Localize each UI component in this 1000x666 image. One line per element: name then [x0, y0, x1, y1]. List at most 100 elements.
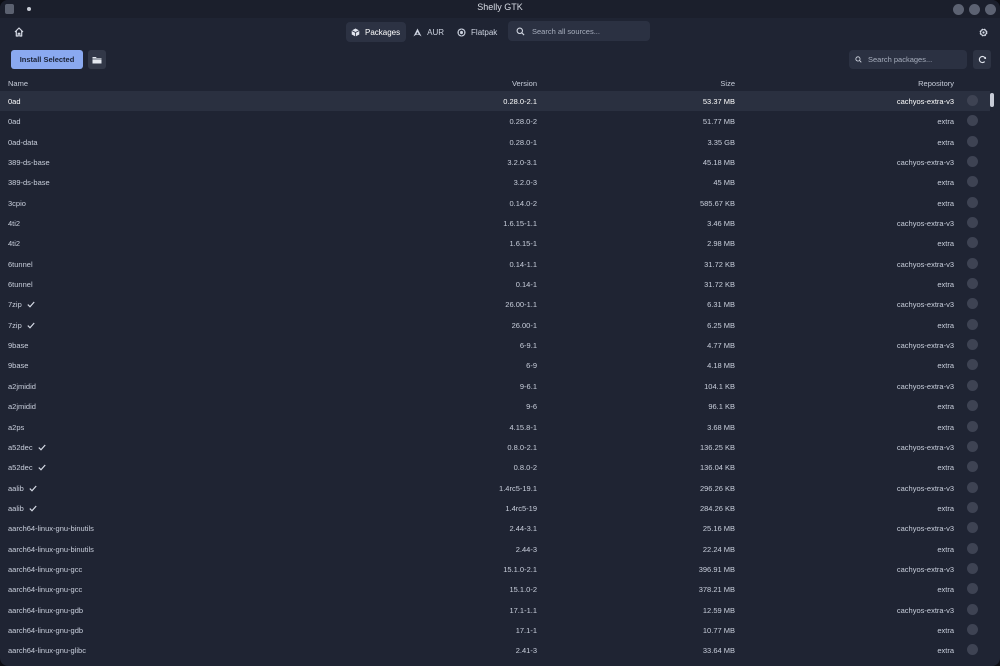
package-repository: cachyos-extra-v3 — [896, 442, 954, 452]
table-row[interactable]: aarch64-linux-gnu-glibc 2.41-3 33.64 MB ext… — [0, 640, 990, 660]
select-checkbox[interactable] — [967, 522, 978, 534]
package-size: 10.77 MB — [702, 625, 735, 635]
title-bar[interactable]: Shelly GTK — [0, 0, 1000, 18]
select-checkbox[interactable] — [967, 217, 978, 229]
package-name: 4ti2 — [8, 239, 21, 249]
package-name: a52dec — [8, 442, 33, 452]
table-row[interactable]: 0ad 0.28.0-2.1 53.37 MB cachyos-extra-v3 — [0, 91, 990, 112]
table-row[interactable]: aarch64-linux-gnu-gdb 17.1-1 10.77 MB extra — [0, 620, 990, 640]
column-header-size[interactable]: Size — [720, 79, 735, 88]
package-name: 389-ds-base — [8, 158, 50, 168]
select-checkbox[interactable] — [967, 461, 978, 473]
package-size: 585.67 KB — [699, 198, 735, 208]
table-row[interactable]: aarch64-linux-gnu-gdb 17.1-1.1 12.59 MB cac… — [0, 600, 990, 620]
tab-packages[interactable]: Packages — [346, 22, 407, 42]
package-name-cell: 6tunnel — [8, 280, 33, 289]
package-repository: cachyos-extra-v3 — [896, 219, 954, 229]
select-checkbox[interactable] — [967, 440, 978, 452]
select-checkbox[interactable] — [967, 562, 978, 574]
table-row[interactable]: a2jmidid 9-6.1 104.1 KB cachyos-extra-v3 — [0, 376, 990, 396]
table-row[interactable]: 7zip 26.00-1 6.25 MB extra — [0, 315, 990, 335]
table-row[interactable]: aarch64-linux-gnu-binutils 2.44-3 22.24 MB… — [0, 539, 990, 559]
table-row[interactable]: a2ps 4.15.8-1 3.68 MB extra — [0, 417, 990, 437]
table-row[interactable]: aarch64-linux-gnu-binutils 2.44-3.1 25.16 … — [0, 518, 990, 538]
select-checkbox[interactable] — [967, 603, 978, 615]
select-checkbox[interactable] — [967, 115, 978, 127]
settings-button[interactable] — [974, 23, 992, 41]
table-row[interactable]: aalib 1.4rc5-19.1 296.26 KB cachyos-extra-v… — [0, 478, 990, 498]
package-name: aarch64-linux-gnu-gcc — [8, 585, 83, 595]
select-checkbox[interactable] — [967, 257, 978, 269]
select-checkbox[interactable] — [967, 237, 978, 249]
select-checkbox[interactable] — [967, 196, 978, 208]
global-search-input[interactable] — [530, 25, 644, 37]
package-size: 96.1 KB — [708, 402, 735, 412]
column-header-name[interactable]: Name — [8, 79, 28, 88]
minimize-button[interactable] — [953, 4, 964, 15]
package-name-cell: a2jmidid — [8, 382, 36, 391]
package-name-cell: 7zip — [8, 321, 35, 330]
select-checkbox[interactable] — [967, 95, 978, 106]
select-checkbox[interactable] — [967, 359, 978, 371]
select-checkbox[interactable] — [967, 156, 978, 168]
table-row[interactable]: 389-ds-base 3.2.0-3 45 MB extra — [0, 172, 990, 192]
install-selected-button[interactable]: Install Selected — [11, 50, 83, 69]
table-row[interactable]: 4ti2 1.6.15-1.1 3.46 MB cachyos-extra-v3 — [0, 213, 990, 233]
maximize-button[interactable] — [969, 4, 980, 15]
select-checkbox[interactable] — [967, 135, 978, 147]
select-checkbox[interactable] — [967, 339, 978, 351]
select-checkbox[interactable] — [967, 298, 978, 310]
package-search-input[interactable] — [866, 54, 967, 65]
select-checkbox[interactable] — [967, 379, 978, 391]
tab-aur[interactable]: AUR — [408, 22, 450, 42]
table-row[interactable]: 0ad-data 0.28.0-1 3.35 GB extra — [0, 132, 990, 152]
table-row[interactable]: a2jmidid 9-6 96.1 KB extra — [0, 396, 990, 416]
table-row[interactable]: a52dec 0.8.0-2 136.04 KB extra — [0, 457, 990, 477]
package-name-cell: 9base — [8, 361, 28, 370]
column-header-repository[interactable]: Repository — [918, 79, 954, 88]
table-row[interactable]: 6tunnel 0.14-1 31.72 KB extra — [0, 274, 990, 294]
home-button[interactable] — [10, 23, 28, 41]
search-icon — [855, 56, 862, 63]
table-row[interactable]: 9base 6-9.1 4.77 MB cachyos-extra-v3 — [0, 335, 990, 355]
table-row[interactable]: 9base 6-9 4.18 MB extra — [0, 355, 990, 375]
package-name-cell: 7zip — [8, 300, 35, 309]
select-checkbox[interactable] — [967, 583, 978, 595]
package-name-cell: 4ti2 — [8, 239, 20, 248]
window-title: Shelly GTK — [477, 2, 523, 12]
select-checkbox[interactable] — [967, 481, 978, 493]
global-search-box[interactable] — [508, 21, 650, 41]
scrollbar[interactable] — [990, 93, 994, 107]
package-repository: extra — [937, 117, 954, 127]
package-name-cell: aarch64-linux-gnu-glibc — [8, 646, 86, 655]
package-size: 136.04 KB — [699, 463, 735, 473]
column-header-version[interactable]: Version — [512, 79, 537, 88]
package-search-box[interactable] — [849, 50, 967, 69]
table-row[interactable]: aalib 1.4rc5-19 284.26 KB extra — [0, 498, 990, 518]
select-checkbox[interactable] — [967, 176, 978, 188]
select-checkbox[interactable] — [967, 318, 978, 330]
select-checkbox[interactable] — [967, 400, 978, 412]
package-name: a2ps — [8, 422, 25, 432]
table-row[interactable]: 4ti2 1.6.15-1 2.98 MB extra — [0, 233, 990, 253]
table-row[interactable]: a52dec 0.8.0-2.1 136.25 KB cachyos-extra-v3 — [0, 437, 990, 457]
refresh-button[interactable] — [973, 50, 991, 69]
tab-flatpak[interactable]: Flatpak — [452, 22, 503, 42]
table-row[interactable]: 389-ds-base 3.2.0-3.1 45.18 MB cachyos-extr… — [0, 152, 990, 172]
package-repository: cachyos-extra-v3 — [896, 605, 954, 615]
table-row[interactable]: 7zip 26.00-1.1 6.31 MB cachyos-extra-v3 — [0, 294, 990, 314]
table-row[interactable]: aarch64-linux-gnu-gcc 15.1.0-2 378.21 MB ex… — [0, 579, 990, 599]
select-checkbox[interactable] — [967, 623, 978, 635]
table-row[interactable]: 3cpio 0.14.0-2 585.67 KB extra — [0, 193, 990, 213]
select-checkbox[interactable] — [967, 644, 978, 656]
table-row[interactable]: aarch64-linux-gnu-gcc 15.1.0-2.1 396.91 MB… — [0, 559, 990, 579]
open-folder-button[interactable] — [88, 50, 106, 69]
package-version: 6-9.1 — [519, 341, 537, 351]
table-row[interactable]: 6tunnel 0.14-1.1 31.72 KB cachyos-extra-v3 — [0, 254, 990, 274]
close-button[interactable] — [985, 4, 996, 15]
select-checkbox[interactable] — [967, 278, 978, 290]
table-row[interactable]: 0ad 0.28.0-2 51.77 MB extra — [0, 111, 990, 131]
select-checkbox[interactable] — [967, 420, 978, 432]
select-checkbox[interactable] — [967, 501, 978, 513]
select-checkbox[interactable] — [967, 542, 978, 554]
